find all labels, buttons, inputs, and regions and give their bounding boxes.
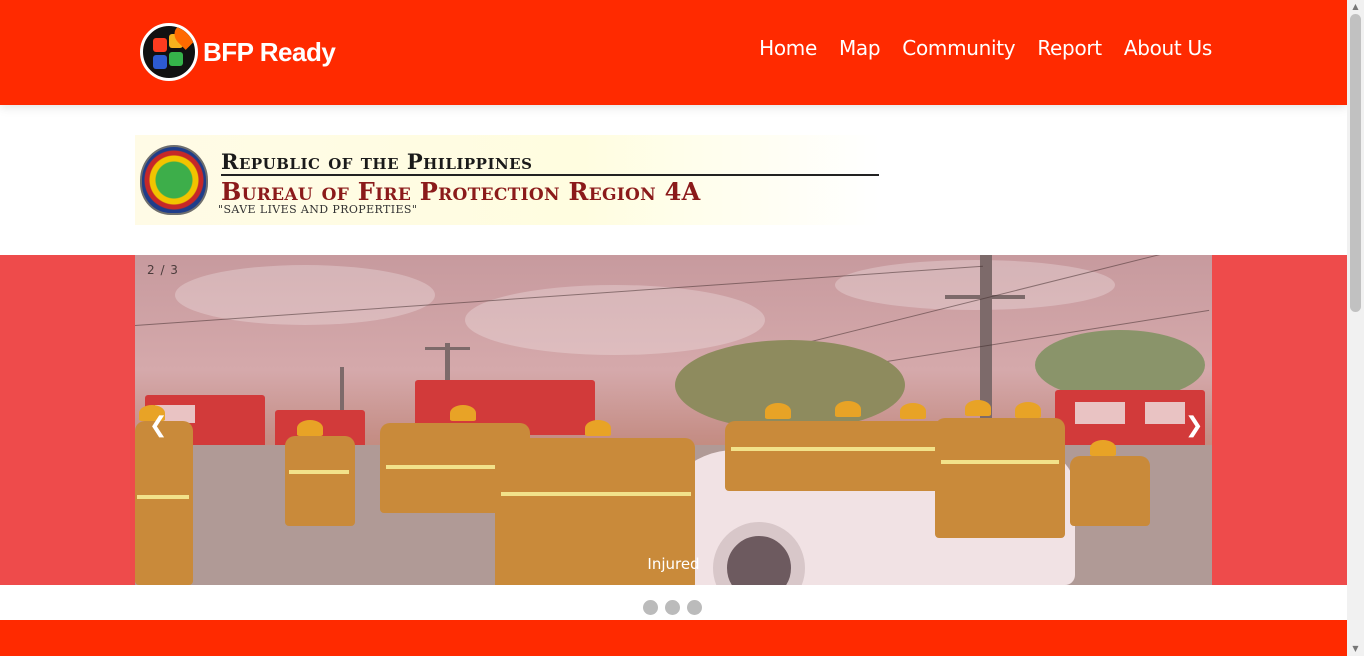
banner-republic-text: Republic of the Philippines <box>221 149 533 174</box>
bfp-seal-icon <box>140 145 208 215</box>
page-scrollbar[interactable]: ▲ ▼ <box>1347 0 1364 656</box>
banner-bureau-text: Bureau of Fire Protection Region 4A <box>221 177 701 206</box>
nav-links: Home Map Community Report About Us <box>759 36 1212 60</box>
brand-name: BFP Ready <box>203 36 336 67</box>
nav-link-map[interactable]: Map <box>839 36 881 60</box>
scroll-down-arrow-icon[interactable]: ▼ <box>1347 642 1364 656</box>
nav-link-about-us[interactable]: About Us <box>1124 36 1212 60</box>
slide-dot-1[interactable] <box>643 600 658 615</box>
footer-strip <box>0 620 1347 656</box>
slide-dots <box>643 600 702 615</box>
bfp-ready-logo-icon <box>140 23 198 81</box>
bfp-banner: Republic of the Philippines Bureau of Fi… <box>135 135 880 225</box>
slide-dot-3[interactable] <box>687 600 702 615</box>
top-navbar: BFP Ready Home Map Community Report Abou… <box>0 0 1347 105</box>
nav-link-report[interactable]: Report <box>1037 36 1102 60</box>
slide-next-button[interactable]: ❯ <box>1185 413 1203 438</box>
slide-caption: Injured <box>647 555 700 573</box>
scroll-up-arrow-icon[interactable]: ▲ <box>1347 0 1364 14</box>
slide-prev-button[interactable]: ❮ <box>149 413 167 438</box>
banner-divider <box>221 174 879 176</box>
banner-motto-text: "SAVE LIVES AND PROPERTIES" <box>218 203 418 216</box>
slide-dot-2[interactable] <box>665 600 680 615</box>
brand[interactable]: BFP Ready <box>140 22 336 82</box>
nav-link-community[interactable]: Community <box>902 36 1015 60</box>
scroll-thumb[interactable] <box>1350 14 1361 312</box>
slide-number: 2 / 3 <box>147 263 179 277</box>
slideshow: 2 / 3 Injured ❮ ❯ <box>0 255 1347 585</box>
slide-image-injured: 2 / 3 Injured <box>135 255 1212 585</box>
nav-link-home[interactable]: Home <box>759 36 817 60</box>
